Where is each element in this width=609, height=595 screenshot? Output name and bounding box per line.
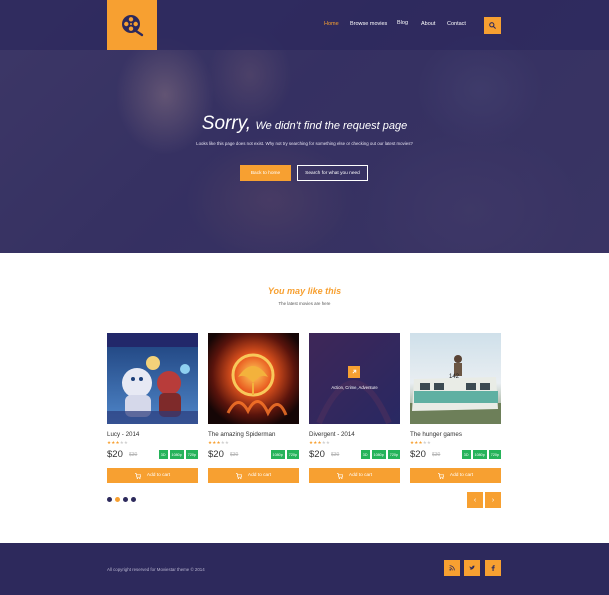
quality-badges: 3D 1080p 720p bbox=[461, 450, 501, 459]
link-icon bbox=[352, 369, 357, 374]
error-description: Looks like this page does not exist. Why… bbox=[196, 141, 413, 146]
movie-card: Lucy - 2014 ★★★★★ $20 $30 3D 1080p 720p … bbox=[107, 333, 198, 483]
nav-item-contact[interactable]: Contact bbox=[447, 21, 466, 27]
add-to-cart-label: Add to cart bbox=[449, 473, 474, 478]
section-subtitle: The latest movies are here bbox=[278, 301, 331, 306]
movie-title[interactable]: The amazing Spiderman bbox=[208, 431, 275, 438]
add-to-cart-label: Add to cart bbox=[146, 473, 171, 478]
top-navigation-bar: Home Browse movies Blog About Contact bbox=[0, 0, 609, 50]
search-button[interactable] bbox=[484, 17, 501, 34]
film-reel-icon bbox=[122, 15, 144, 37]
movie-card: Action, Crime, Adventure Divergent - 201… bbox=[309, 333, 400, 483]
cart-icon bbox=[437, 472, 444, 479]
cart-icon bbox=[134, 472, 141, 479]
movie-title[interactable]: Lucy - 2014 bbox=[107, 431, 139, 438]
badge-720p: 720p bbox=[387, 450, 400, 459]
movie-poster[interactable] bbox=[107, 333, 198, 424]
price: $20 bbox=[208, 449, 224, 460]
movie-card: 142 The hunger games ★★★★★ $20 $30 3D 10… bbox=[410, 333, 501, 483]
movie-title[interactable]: Divergent - 2014 bbox=[309, 431, 355, 438]
movie-poster[interactable]: 142 bbox=[410, 333, 501, 424]
nav-item-home[interactable]: Home bbox=[324, 21, 339, 27]
rss-button[interactable] bbox=[444, 560, 460, 576]
section-title: You may like this bbox=[267, 286, 342, 296]
bus-number: 142 bbox=[448, 374, 459, 380]
quality-badges: 1080p 720p bbox=[270, 450, 299, 459]
badge-1080p: 1080p bbox=[270, 450, 285, 459]
error-title: Sorry, We didn't find the request page bbox=[0, 113, 609, 135]
carousel-prev-button[interactable]: ‹ bbox=[467, 492, 483, 508]
old-price: $30 bbox=[432, 452, 441, 458]
facebook-icon bbox=[491, 565, 495, 571]
logo[interactable] bbox=[107, 0, 157, 50]
error-title-message: We didn't find the request page bbox=[255, 120, 408, 132]
nav-item-browse-movies[interactable]: Browse movies bbox=[350, 21, 387, 27]
price: $20 bbox=[410, 449, 426, 460]
carousel-next-button[interactable]: › bbox=[485, 492, 501, 508]
movie-title[interactable]: The hunger games bbox=[410, 431, 462, 438]
rss-icon bbox=[449, 565, 455, 571]
carousel-dot-active[interactable] bbox=[115, 497, 120, 502]
add-to-cart-button[interactable]: Add to cart bbox=[107, 468, 198, 483]
poster-image-mockingjay bbox=[208, 333, 299, 424]
carousel-dots bbox=[107, 497, 136, 502]
back-to-home-button[interactable]: Back to home bbox=[240, 165, 291, 181]
badge-720p: 720p bbox=[286, 450, 299, 459]
footer: All copyright reserved for Moviestar the… bbox=[0, 543, 609, 595]
cart-icon bbox=[336, 472, 343, 479]
add-to-cart-button[interactable]: Add to cart bbox=[410, 468, 501, 483]
price: $20 bbox=[107, 449, 123, 460]
movie-poster[interactable]: Action, Crime, Adventure bbox=[309, 333, 400, 424]
old-price: $30 bbox=[230, 452, 239, 458]
add-to-cart-label: Add to cart bbox=[348, 473, 373, 478]
price: $20 bbox=[309, 449, 325, 460]
badge-720p: 720p bbox=[185, 450, 198, 459]
add-to-cart-button[interactable]: Add to cart bbox=[309, 468, 400, 483]
twitter-icon bbox=[469, 565, 475, 570]
carousel-dot[interactable] bbox=[131, 497, 136, 502]
movie-card: The amazing Spiderman ★★★★★ $20 $30 1080… bbox=[208, 333, 299, 483]
nav-item-blog[interactable]: Blog bbox=[397, 20, 408, 26]
add-to-cart-label: Add to cart bbox=[247, 473, 272, 478]
rating-stars: ★★★★★ bbox=[309, 440, 331, 445]
overlay-genre: Action, Crime, Adventure bbox=[331, 385, 378, 390]
badge-1080p: 1080p bbox=[371, 450, 386, 459]
view-details-button[interactable] bbox=[348, 366, 360, 378]
rating-stars: ★★★★★ bbox=[208, 440, 230, 445]
carousel-dot[interactable] bbox=[123, 497, 128, 502]
badge-3d: 3D bbox=[360, 450, 370, 459]
old-price: $30 bbox=[331, 452, 340, 458]
error-title-sorry: Sorry, bbox=[201, 113, 252, 134]
add-to-cart-button[interactable]: Add to cart bbox=[208, 468, 299, 483]
badge-720p: 720p bbox=[488, 450, 501, 459]
twitter-button[interactable] bbox=[464, 560, 480, 576]
cart-icon bbox=[235, 472, 242, 479]
quality-badges: 3D 1080p 720p bbox=[360, 450, 400, 459]
movie-poster[interactable] bbox=[208, 333, 299, 424]
facebook-button[interactable] bbox=[485, 560, 501, 576]
quality-badges: 3D 1080p 720p bbox=[158, 450, 198, 459]
hero-section: Home Browse movies Blog About Contact So… bbox=[0, 0, 609, 253]
rating-stars: ★★★★★ bbox=[410, 440, 432, 445]
poster-image-lucy bbox=[107, 333, 198, 424]
badge-1080p: 1080p bbox=[472, 450, 487, 459]
old-price: $30 bbox=[129, 452, 138, 458]
copyright-text: All copyright reserved for Moviestar the… bbox=[107, 567, 205, 572]
badge-3d: 3D bbox=[158, 450, 168, 459]
poster-image-divergent bbox=[309, 333, 400, 424]
rating-stars: ★★★★★ bbox=[107, 440, 129, 445]
search-icon bbox=[489, 22, 496, 29]
nav-item-about[interactable]: About bbox=[421, 21, 435, 27]
badge-1080p: 1080p bbox=[169, 450, 184, 459]
badge-3d: 3D bbox=[461, 450, 471, 459]
search-what-you-need-button[interactable]: Search for what you need bbox=[297, 165, 368, 181]
carousel-dot[interactable] bbox=[107, 497, 112, 502]
